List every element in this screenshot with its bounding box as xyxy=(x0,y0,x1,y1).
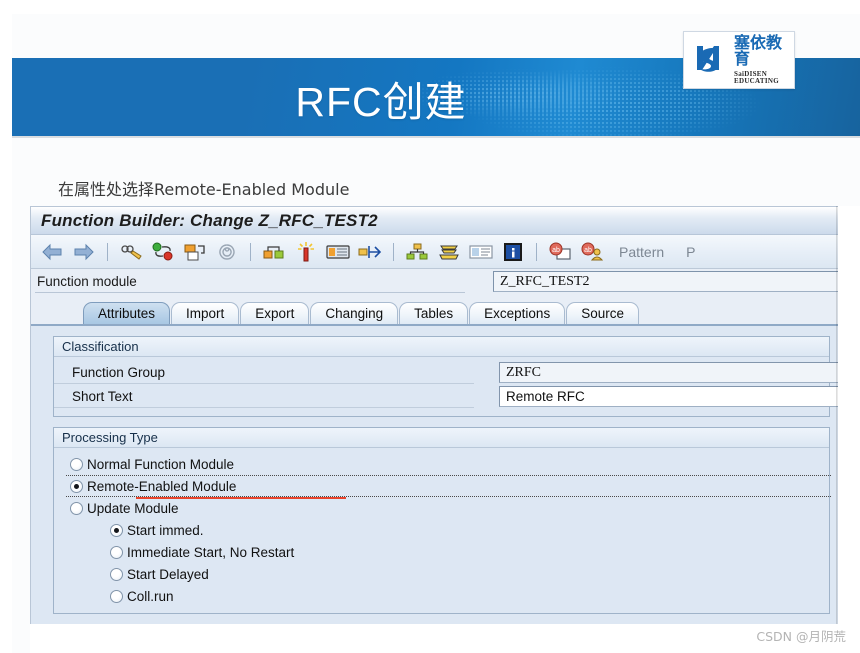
toolbar-separator-3 xyxy=(393,242,394,261)
radio-update-module[interactable]: Update Module xyxy=(54,497,829,519)
radio-start-immed[interactable]: Start immed. xyxy=(54,519,829,541)
svg-text:ab: ab xyxy=(584,247,592,254)
user-documentation-icon[interactable]: ab xyxy=(579,239,605,265)
radio-normal-function-module[interactable]: Normal Function Module xyxy=(54,453,829,475)
short-text-label: Short Text xyxy=(54,387,474,408)
radio-coll-run[interactable]: Coll.run xyxy=(54,585,829,607)
tab-tables[interactable]: Tables xyxy=(399,302,469,324)
radio-label-start-delayed: Start Delayed xyxy=(127,566,209,582)
sap-clipped-right-margin xyxy=(838,206,860,626)
single-test-icon[interactable] xyxy=(293,239,319,265)
display-change-icon[interactable] xyxy=(118,239,144,265)
function-module-input[interactable]: Z_RFC_TEST2 xyxy=(493,271,838,292)
back-arrow-icon[interactable] xyxy=(39,239,65,265)
radio-button-start-immed[interactable] xyxy=(110,523,123,537)
information-icon[interactable] xyxy=(500,239,526,265)
sn-monogram-icon xyxy=(689,40,729,80)
stack-icon[interactable] xyxy=(436,239,462,265)
csdn-watermark: CSDN @月阴荒 xyxy=(756,629,846,644)
object-navigator-icon[interactable] xyxy=(261,239,287,265)
radio-label-start-immed: Start immed. xyxy=(127,522,204,538)
sap-function-builder-window: Function Builder: Change Z_RFC_TEST2 ab … xyxy=(30,206,838,626)
toolbar-separator-4 xyxy=(536,242,537,261)
tab-exceptions[interactable]: Exceptions xyxy=(469,302,566,324)
radio-immediate-start-no-restart[interactable]: Immediate Start, No Restart xyxy=(54,541,829,563)
radio-button-remote-enabled[interactable] xyxy=(70,479,83,493)
slide-subtitle: 在属性处选择Remote-Enabled Module xyxy=(58,180,350,199)
radio-button-normal[interactable] xyxy=(70,457,83,471)
short-text-row: Short Text Remote RFC xyxy=(54,386,838,408)
svg-text:ab: ab xyxy=(552,247,560,254)
banner-divider xyxy=(12,136,860,138)
radio-start-delayed[interactable]: Start Delayed xyxy=(54,563,829,585)
toolbar-separator xyxy=(107,242,108,261)
tab-bar: Attributes Import Export Changing Tables… xyxy=(31,300,838,324)
function-module-label: Function module xyxy=(35,271,465,293)
processing-type-group: Processing Type Normal Function Module R… xyxy=(53,427,831,614)
navigate-icon[interactable] xyxy=(357,239,383,265)
copy-object-icon[interactable] xyxy=(182,239,208,265)
sap-window-title: Function Builder: Change Z_RFC_TEST2 xyxy=(41,210,378,230)
list-icon[interactable] xyxy=(468,239,494,265)
slide-top-margin xyxy=(0,0,860,14)
sap-title-bar: Function Builder: Change Z_RFC_TEST2 xyxy=(31,207,838,235)
activate-icon[interactable] xyxy=(150,239,176,265)
sap-clipped-bottom-margin xyxy=(30,624,860,653)
radio-label-coll-run: Coll.run xyxy=(127,588,174,604)
pattern-button[interactable]: Pattern xyxy=(611,244,672,260)
function-group-input[interactable]: ZRFC xyxy=(499,362,838,383)
radio-label-normal: Normal Function Module xyxy=(87,456,235,472)
tab-import[interactable]: Import xyxy=(171,302,240,324)
slide-left-margin xyxy=(0,0,12,653)
radio-label-immediate-start-no-restart: Immediate Start, No Restart xyxy=(127,544,295,560)
radio-label-update-module: Update Module xyxy=(87,500,179,516)
processing-type-group-title: Processing Type xyxy=(54,428,829,448)
radio-button-coll-run[interactable] xyxy=(110,589,123,603)
classification-group: Classification Function Group ZRFC Short… xyxy=(53,336,838,417)
function-module-row: Function module Z_RFC_TEST2 xyxy=(31,269,838,295)
tab-changing[interactable]: Changing xyxy=(310,302,399,324)
slide-page: RFC创建 塞依教育 SaiDISEN EDUCATING 在属性处选择Remo… xyxy=(0,0,860,653)
tab-source[interactable]: Source xyxy=(566,302,639,324)
radio-label-remote-enabled: Remote-Enabled Module xyxy=(87,478,237,494)
hierarchy-icon[interactable] xyxy=(404,239,430,265)
logo-chinese-name: 塞依教育 xyxy=(734,33,783,68)
documentation-icon[interactable]: ab xyxy=(547,239,573,265)
classification-group-title: Classification xyxy=(54,337,829,357)
forward-arrow-icon[interactable] xyxy=(71,239,97,265)
function-group-row: Function Group ZRFC xyxy=(54,362,838,384)
pretty-printer-button[interactable]: P xyxy=(678,244,703,260)
function-group-label: Function Group xyxy=(54,363,474,384)
sap-toolbar: ab ab Pattern P xyxy=(31,235,838,269)
attributes-tab-panel: Classification Function Group ZRFC Short… xyxy=(31,326,838,626)
logo-text: 塞依教育 SaiDISEN EDUCATING xyxy=(734,35,789,85)
classification-group-body: Function Group ZRFC Short Text Remote RF… xyxy=(54,357,838,416)
radio-remote-enabled-module[interactable]: Remote-Enabled Module xyxy=(66,475,831,499)
radio-button-immediate-start-no-restart[interactable] xyxy=(110,545,123,559)
processing-type-group-body: Normal Function Module Remote-Enabled Mo… xyxy=(54,448,831,613)
short-text-input[interactable]: Remote RFC xyxy=(499,386,838,407)
properties-icon[interactable] xyxy=(325,239,351,265)
logo-english-name: SaiDISEN EDUCATING xyxy=(734,70,779,85)
radio-button-update-module[interactable] xyxy=(70,501,83,515)
toolbar-separator-2 xyxy=(250,242,251,261)
logo: 塞依教育 SaiDISEN EDUCATING xyxy=(683,31,795,89)
radio-button-start-delayed[interactable] xyxy=(110,567,123,581)
where-used-icon[interactable] xyxy=(214,239,240,265)
tab-export[interactable]: Export xyxy=(240,302,310,324)
tab-attributes[interactable]: Attributes xyxy=(83,302,171,324)
